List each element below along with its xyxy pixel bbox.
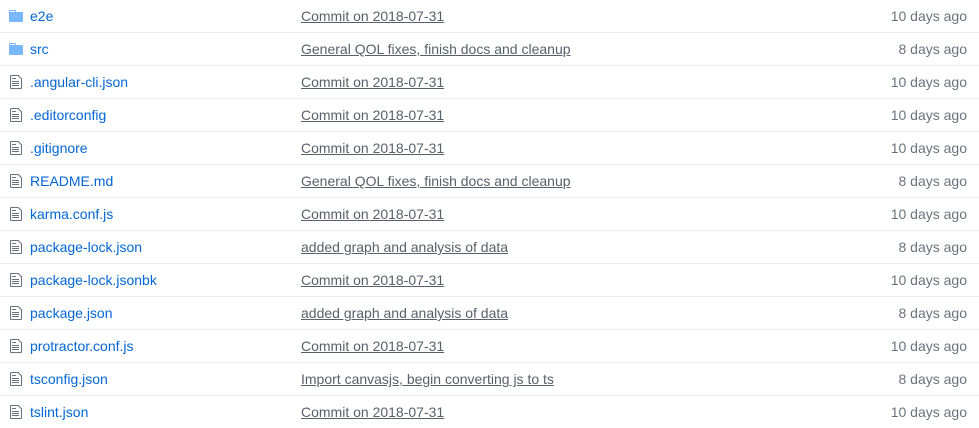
commit-age: 10 days ago <box>890 404 967 420</box>
commit-age: 8 days ago <box>898 41 968 57</box>
file-row: package.json added graph and analysis of… <box>0 297 979 330</box>
commit-message-link[interactable]: General QOL fixes, finish docs and clean… <box>301 172 571 190</box>
file-icon <box>10 240 22 254</box>
commit-age: 8 days ago <box>898 305 968 321</box>
commit-message-link[interactable]: Commit on 2018-07-31 <box>301 271 444 289</box>
file-row: tslint.json Commit on 2018-07-31 10 days… <box>0 396 979 428</box>
file-row: src General QOL fixes, finish docs and c… <box>0 33 979 66</box>
commit-message-link[interactable]: Commit on 2018-07-31 <box>301 205 444 223</box>
commit-message-link[interactable]: Commit on 2018-07-31 <box>301 139 444 157</box>
file-name-link[interactable]: package-lock.jsonbk <box>30 271 157 289</box>
file-name-link[interactable]: karma.conf.js <box>30 205 113 223</box>
file-row: protractor.conf.js Commit on 2018-07-31 … <box>0 330 979 363</box>
file-icon <box>10 339 22 353</box>
commit-age: 10 days ago <box>890 107 967 123</box>
commit-age: 8 days ago <box>898 371 968 387</box>
file-icon <box>10 108 22 122</box>
file-name-link[interactable]: .gitignore <box>30 139 88 157</box>
commit-message-link[interactable]: Commit on 2018-07-31 <box>301 403 444 421</box>
file-icon <box>10 75 22 89</box>
file-name-link[interactable]: protractor.conf.js <box>30 337 134 355</box>
commit-message-link[interactable]: Commit on 2018-07-31 <box>301 106 444 124</box>
commit-message-link[interactable]: Import canvasjs, begin converting js to … <box>301 370 554 388</box>
commit-age: 10 days ago <box>890 8 967 24</box>
file-name-link[interactable]: tsconfig.json <box>30 370 108 388</box>
commit-message-link[interactable]: General QOL fixes, finish docs and clean… <box>301 40 571 58</box>
folder-icon <box>9 10 23 22</box>
commit-age: 10 days ago <box>890 140 967 156</box>
commit-message-link[interactable]: Commit on 2018-07-31 <box>301 7 444 25</box>
commit-age: 8 days ago <box>898 239 968 255</box>
file-icon <box>10 174 22 188</box>
commit-age: 10 days ago <box>890 74 967 90</box>
file-name-link[interactable]: package-lock.json <box>30 238 142 256</box>
file-name-link[interactable]: package.json <box>30 304 113 322</box>
file-row: karma.conf.js Commit on 2018-07-31 10 da… <box>0 198 979 231</box>
commit-age: 10 days ago <box>890 206 967 222</box>
file-name-link[interactable]: tslint.json <box>30 403 88 421</box>
file-icon <box>10 372 22 386</box>
commit-message-link[interactable]: added graph and analysis of data <box>301 304 508 322</box>
file-icon <box>10 141 22 155</box>
commit-age: 10 days ago <box>890 272 967 288</box>
file-row: .angular-cli.json Commit on 2018-07-31 1… <box>0 66 979 99</box>
file-row: .gitignore Commit on 2018-07-31 10 days … <box>0 132 979 165</box>
file-icon <box>10 405 22 419</box>
file-icon <box>10 207 22 221</box>
file-list: e2e Commit on 2018-07-31 10 days ago src… <box>0 0 979 428</box>
file-row: README.md General QOL fixes, finish docs… <box>0 165 979 198</box>
file-row: tsconfig.json Import canvasjs, begin con… <box>0 363 979 396</box>
file-row: .editorconfig Commit on 2018-07-31 10 da… <box>0 99 979 132</box>
file-row: e2e Commit on 2018-07-31 10 days ago <box>0 0 979 33</box>
commit-message-link[interactable]: Commit on 2018-07-31 <box>301 73 444 91</box>
file-name-link[interactable]: .angular-cli.json <box>30 73 128 91</box>
commit-message-link[interactable]: added graph and analysis of data <box>301 238 508 256</box>
folder-icon <box>9 43 23 55</box>
commit-age: 8 days ago <box>898 173 968 189</box>
commit-age: 10 days ago <box>890 338 967 354</box>
file-row: package-lock.jsonbk Commit on 2018-07-31… <box>0 264 979 297</box>
file-name-link[interactable]: README.md <box>30 172 113 190</box>
file-icon <box>10 273 22 287</box>
file-name-link[interactable]: .editorconfig <box>30 106 106 124</box>
commit-message-link[interactable]: Commit on 2018-07-31 <box>301 337 444 355</box>
file-name-link[interactable]: src <box>30 40 49 58</box>
file-icon <box>10 306 22 320</box>
file-row: package-lock.json added graph and analys… <box>0 231 979 264</box>
file-name-link[interactable]: e2e <box>30 7 53 25</box>
